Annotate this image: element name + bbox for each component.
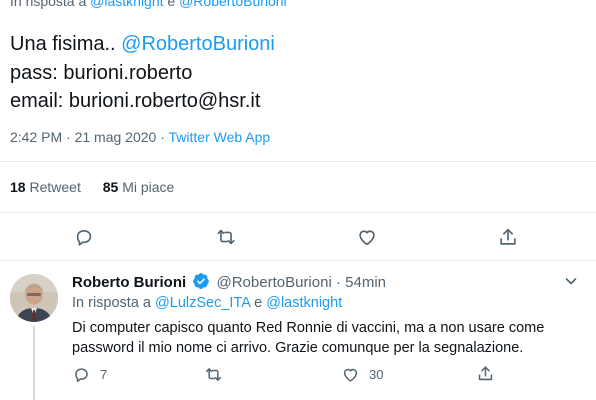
tweet-text-line: Di computer capisco quanto Red Ronnie di… (72, 320, 545, 336)
retweet-icon (206, 367, 221, 381)
reply-context: In risposta a @lastknight e @RobertoBuri… (10, 0, 287, 9)
tweet-text-line: password il mio nome ci arrivo. Grazie c… (72, 340, 524, 356)
reply-icon (76, 229, 92, 246)
reply-button[interactable] (73, 226, 95, 248)
retweets-label: Retweet (29, 179, 81, 195)
likes-label: Mi piace (122, 179, 175, 195)
chevron-down-icon (565, 278, 577, 285)
tweet-time[interactable]: 2:42 PM (10, 129, 62, 145)
reply-prefix: In risposta a (72, 295, 151, 311)
like-button[interactable]: 30 (341, 364, 383, 384)
tweet-text-line: pass: burioni.roberto (10, 61, 193, 84)
like-count: 30 (369, 366, 384, 382)
tweet-text: Una fisima.. @RobertoBurioni pass: burio… (10, 30, 275, 116)
retweets-count: 18 (10, 179, 26, 195)
tweet-text: Di computer capisco quanto Red Ronnie di… (72, 318, 587, 358)
divider (0, 212, 596, 213)
reply-icon (75, 367, 88, 382)
tweet-text-plain: Una fisima.. (10, 33, 116, 55)
retweet-icon (217, 229, 235, 245)
verified-badge-icon (193, 273, 210, 289)
divider (0, 260, 596, 261)
share-icon (478, 365, 493, 380)
tweet-meta: 2:42 PM · 21 mag 2020 · Twitter Web App (10, 129, 270, 145)
reply-handle-link[interactable]: @lastknight (266, 295, 342, 311)
reply-prefix: In risposta a (10, 0, 87, 9)
divider (0, 161, 596, 162)
meta-separator: · (335, 274, 341, 291)
meta-separator: · (160, 129, 165, 145)
retweet-button[interactable] (204, 364, 232, 384)
meta-separator: · (66, 129, 71, 145)
share-icon (500, 228, 516, 245)
reply-and: e (254, 295, 263, 311)
thread-line (33, 326, 35, 400)
reply-and: e (167, 0, 176, 9)
avatar-image (10, 274, 58, 322)
more-options-button[interactable] (563, 273, 579, 289)
retweets-stat[interactable]: 18 Retweet (10, 179, 81, 195)
tweet-date[interactable]: 21 mag 2020 (75, 129, 157, 145)
likes-count: 85 (102, 179, 119, 195)
avatar[interactable] (10, 274, 58, 322)
author-handle[interactable]: @RobertoBurioni (217, 274, 332, 291)
likes-stat[interactable]: 85 Mi piace (103, 179, 175, 195)
author-name[interactable]: Roberto Burioni (72, 274, 186, 291)
share-button[interactable] (497, 226, 519, 248)
retweet-button[interactable] (215, 226, 237, 248)
tweet-text-line: Una fisima.. @RobertoBurioni (10, 30, 275, 59)
reply-handle-link[interactable]: @LulzSec_ITA (155, 295, 250, 311)
tweet-stats: 18 Retweet 85 Mi piace (10, 179, 192, 195)
tweet-source-link[interactable]: Twitter Web App (169, 129, 271, 145)
like-button[interactable] (356, 226, 378, 248)
reply-count: 7 (100, 366, 108, 382)
like-icon (359, 230, 375, 246)
tweet-age[interactable]: 54min (345, 274, 386, 291)
reply-handle-link[interactable]: @RobertoBurioni (179, 0, 287, 9)
mention-link[interactable]: @RobertoBurioni (121, 33, 275, 55)
reply-header: Roberto Burioni @RobertoBurioni · 54min (72, 272, 386, 291)
reply-handle-link[interactable]: @lastknight (90, 0, 163, 9)
reply-button[interactable]: 7 (72, 364, 107, 384)
like-icon (343, 368, 358, 382)
share-button[interactable] (476, 363, 495, 383)
tweet-text-line: email: burioni.roberto@hsr.it (10, 90, 261, 112)
reply-context: In risposta a @LulzSec_ITA e @lastknight (72, 295, 342, 311)
